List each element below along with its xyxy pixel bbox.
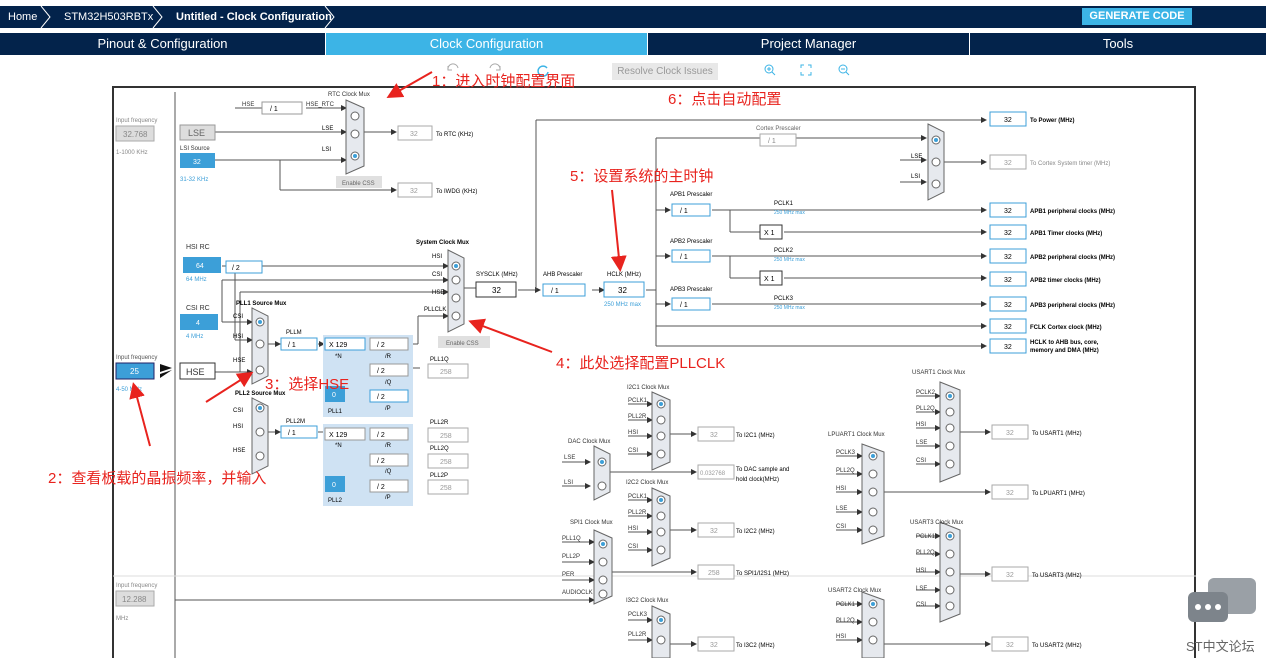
watermark: ST中文论坛 [1186,576,1260,654]
annotation-arrows [129,71,627,447]
watermark-text: ST中文论坛 [1186,639,1255,654]
annotation-4: 4：此处选择配置PLLCLK [556,355,726,372]
annotation-5: 5：设置系统的主时钟 [570,168,714,185]
annotation-6: 6：点击自动配置 [668,91,782,108]
annotation-3: 3：选择HSE [265,376,350,393]
annotation-2: 2：查看板载的晶振频率，并输入 [48,470,267,487]
chat-bubble-icon [1188,578,1256,622]
annotation-1: 1：进入时钟配置界面 [432,73,576,90]
